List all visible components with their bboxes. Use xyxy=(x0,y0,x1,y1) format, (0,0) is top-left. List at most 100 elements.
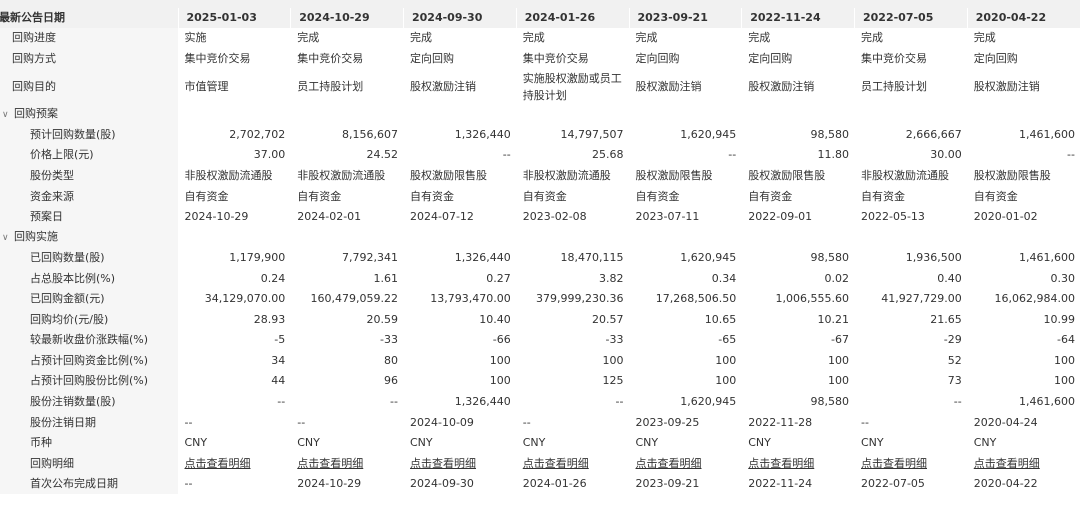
cell-first-done: 2022-11-24 xyxy=(741,473,855,495)
view-detail-link[interactable]: 点击查看明细 xyxy=(974,457,1040,470)
cell-first-done: 2024-09-30 xyxy=(403,473,517,495)
cell-plan-date: 2023-07-11 xyxy=(628,206,742,228)
cell-impl-section xyxy=(177,227,291,248)
row-label-text: 回购方式 xyxy=(12,51,56,65)
row-progress: 回购进度 实施 完成 完成 完成 完成 完成 完成 完成 xyxy=(0,28,1080,49)
header-date[interactable]: 2022-07-05 xyxy=(854,8,968,28)
cell-share-ratio: 73 xyxy=(854,371,968,392)
cell-impl-section xyxy=(966,227,1080,248)
cell-purpose: 员工持股计划 xyxy=(854,69,968,105)
cell-share-type: 股权激励限售股 xyxy=(966,165,1080,187)
cell-impl-section xyxy=(515,227,629,248)
cell-plan-section xyxy=(177,104,291,125)
cell-plan-qty: 8,156,607 xyxy=(290,124,404,146)
header-date[interactable]: 2020-04-22 xyxy=(966,8,1080,28)
view-detail-link[interactable]: 点击查看明细 xyxy=(636,457,702,470)
label-first-done: 首次公布完成日期 xyxy=(0,473,178,495)
collapse-chevron-icon[interactable]: ∨ xyxy=(2,231,12,245)
cell-progress: 完成 xyxy=(628,28,742,49)
cell-vs-close: -5 xyxy=(177,330,291,351)
view-detail-link[interactable]: 点击查看明细 xyxy=(297,457,363,470)
row-label-text: 股份注销数量(股) xyxy=(30,395,116,409)
cell-pct-total: 0.34 xyxy=(628,268,742,290)
row-label-text: 占预计回购股份比例(%) xyxy=(30,374,149,388)
cell-plan-section xyxy=(966,104,1080,125)
label-avg-price: 回购均价(元/股) xyxy=(0,309,178,331)
cell-cancel-date: 2023-09-25 xyxy=(628,412,742,433)
cell-purpose: 股权激励注销 xyxy=(741,69,855,105)
cell-plan-qty: 14,797,507 xyxy=(515,124,629,146)
cell-cancel-qty: -- xyxy=(177,391,291,413)
label-method: 回购方式 xyxy=(0,48,178,70)
cell-currency: CNY xyxy=(741,432,855,454)
cell-cancel-date: 2022-11-28 xyxy=(741,412,855,433)
cell-progress: 完成 xyxy=(966,28,1080,49)
header-date[interactable]: 2023-09-21 xyxy=(628,8,742,28)
cell-method: 定向回购 xyxy=(966,48,1080,70)
cell-purpose: 股权激励注销 xyxy=(966,69,1080,105)
cell-pct-total: 0.40 xyxy=(854,268,968,290)
cell-plan-qty: 1,620,945 xyxy=(628,124,742,146)
section-label-impl-section[interactable]: ∨ 回购实施 xyxy=(0,227,178,248)
cell-detail: 点击查看明细 xyxy=(741,453,855,474)
row-vs-close: 较最新收盘价涨跌幅(%) -5 -33 -66 -33 -65 -67 -29 -64 xyxy=(0,330,1080,351)
cell-progress: 完成 xyxy=(515,28,629,49)
cell-share-type: 非股权激励流通股 xyxy=(515,165,629,187)
cell-plan-date: 2022-09-01 xyxy=(741,206,855,228)
cell-done-qty: 7,792,341 xyxy=(290,247,404,269)
cell-detail: 点击查看明细 xyxy=(177,453,291,474)
view-detail-link[interactable]: 点击查看明细 xyxy=(748,457,814,470)
section-label-plan-section[interactable]: ∨ 回购预案 xyxy=(0,104,178,125)
cell-pct-total: 0.24 xyxy=(177,268,291,290)
header-date[interactable]: 2025-01-03 xyxy=(177,8,291,28)
cell-share-type: 非股权激励流通股 xyxy=(290,165,404,187)
cell-share-type: 非股权激励流通股 xyxy=(177,165,291,187)
row-label-text: 资金来源 xyxy=(30,189,74,203)
view-detail-link[interactable]: 点击查看明细 xyxy=(185,457,251,470)
header-date[interactable]: 2024-09-30 xyxy=(403,8,517,28)
collapse-chevron-icon[interactable]: ∨ xyxy=(2,108,12,122)
cell-plan-section xyxy=(515,104,629,125)
cell-avg-price: 20.57 xyxy=(515,309,629,331)
cell-price-cap: -- xyxy=(628,145,742,166)
cell-vs-close: -65 xyxy=(628,330,742,351)
header-date[interactable]: 2024-10-29 xyxy=(290,8,404,28)
cell-done-qty: 1,326,440 xyxy=(403,247,517,269)
cell-amount: 16,062,984.00 xyxy=(966,289,1080,310)
view-detail-link[interactable]: 点击查看明细 xyxy=(523,457,589,470)
cell-share-type: 股权激励限售股 xyxy=(628,165,742,187)
row-pct-total: 占总股本比例(%) 0.24 1.61 0.27 3.82 0.34 0.02 0.40 0.3… xyxy=(0,268,1080,290)
row-detail: 回购明细 点击查看明细 点击查看明细 点击查看明细 点击查看明细 点击查看明细 点击查看明细… xyxy=(0,453,1080,474)
cell-cancel-qty: 1,326,440 xyxy=(403,391,517,413)
cell-detail: 点击查看明细 xyxy=(966,453,1080,474)
cell-price-cap: 11.80 xyxy=(741,145,855,166)
cell-plan-date: 2023-02-08 xyxy=(515,206,629,228)
cell-fund-source: 自有资金 xyxy=(403,186,517,207)
cell-currency: CNY xyxy=(628,432,742,454)
view-detail-link[interactable]: 点击查看明细 xyxy=(410,457,476,470)
cell-first-done: 2024-01-26 xyxy=(515,473,629,495)
row-plan-date: 预案日 2024-10-29 2024-02-01 2024-07-12 2023-02… xyxy=(0,206,1080,228)
cell-price-cap: 24.52 xyxy=(290,145,404,166)
header-date[interactable]: 2022-11-24 xyxy=(741,8,855,28)
cell-vs-close: -66 xyxy=(403,330,517,351)
cell-impl-section xyxy=(741,227,855,248)
cell-share-type: 非股权激励流通股 xyxy=(854,165,968,187)
row-label-text: 回购均价(元/股) xyxy=(30,312,109,326)
cell-done-qty: 1,461,600 xyxy=(966,247,1080,269)
row-share-type: 股份类型 非股权激励流通股 非股权激励流通股 股权激励限售股 非股权激励流通股 股权激励限… xyxy=(0,165,1080,187)
cell-fund-ratio: 100 xyxy=(741,350,855,372)
row-avg-price: 回购均价(元/股) 28.93 20.59 10.40 20.57 10.65 10.21 2… xyxy=(0,309,1080,331)
cell-avg-price: 20.59 xyxy=(290,309,404,331)
label-fund-ratio: 占预计回购资金比例(%) xyxy=(0,350,178,372)
cell-vs-close: -33 xyxy=(290,330,404,351)
cell-impl-section xyxy=(628,227,742,248)
cell-fund-source: 自有资金 xyxy=(741,186,855,207)
row-fund-source: 资金来源 自有资金 自有资金 自有资金 自有资金 自有资金 自有资金 自有资金 自有资金 xyxy=(0,186,1080,207)
cell-impl-section xyxy=(854,227,968,248)
header-date[interactable]: 2024-01-26 xyxy=(515,8,629,28)
cell-cancel-qty: -- xyxy=(290,391,404,413)
view-detail-link[interactable]: 点击查看明细 xyxy=(861,457,927,470)
label-cancel-date: 股份注销日期 xyxy=(0,412,178,433)
cell-share-ratio: 44 xyxy=(177,371,291,392)
